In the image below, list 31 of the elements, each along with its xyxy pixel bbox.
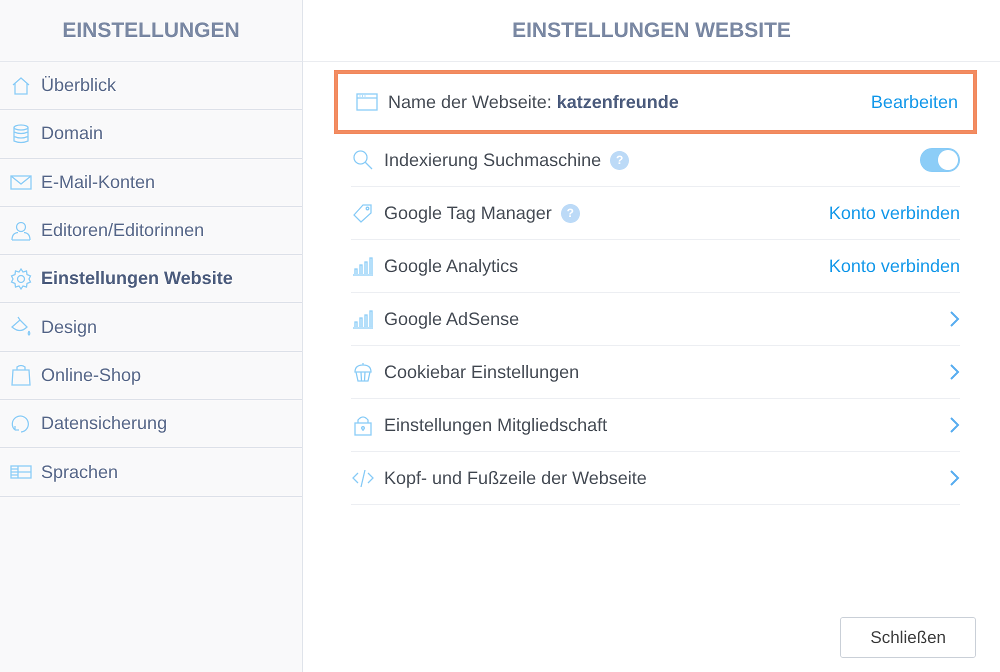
sidebar-title: EINSTELLUNGEN: [62, 18, 240, 44]
sidebar-item[interactable]: E-Mail-Konten: [0, 158, 302, 207]
sidebar-item[interactable]: Online-Shop: [0, 352, 302, 400]
action-link[interactable]: Konto verbinden: [828, 252, 960, 280]
sidebar-item[interactable]: Editoren/Editorinnen: [0, 206, 302, 256]
setting-label: Einstellungen Mitgliedschaft: [384, 414, 608, 437]
close-button[interactable]: Schließen: [840, 616, 976, 658]
sidebar-item[interactable]: Einstellungen Website: [0, 255, 302, 304]
sidebar-item[interactable]: Domain: [0, 110, 302, 159]
action-link[interactable]: Bearbeiten: [870, 88, 958, 116]
sidebar-item[interactable]: Design: [0, 303, 302, 352]
setting-label: Indexierung Suchmaschine: [384, 148, 602, 172]
chevron-right-icon[interactable]: [948, 363, 960, 381]
toggle-switch[interactable]: [920, 148, 960, 172]
chevron-right-icon[interactable]: [948, 469, 960, 487]
sidebar-item[interactable]: Überblick: [0, 62, 302, 110]
shopping-bag-icon: [9, 363, 33, 388]
magnifier-icon: [351, 148, 375, 172]
chevron-right-icon[interactable]: [948, 310, 960, 328]
sidebar-item[interactable]: Sprachen: [0, 448, 302, 497]
setting-label: Cookiebar Einstellungen: [384, 360, 580, 384]
setting-label: Google Tag Manager: [384, 202, 552, 225]
setting-label: Google Analytics: [384, 254, 518, 278]
gear-icon: [9, 266, 33, 291]
setting-label: Kopf- und Fußzeile der Webseite: [384, 466, 647, 490]
sidebar-item[interactable]: Datensicherung: [0, 400, 302, 448]
setting-label: Google AdSense: [384, 308, 520, 331]
page-title: EINSTELLUNGEN WEBSITE: [512, 18, 791, 44]
setting-label: Name der Webseite: katzenfreunde: [388, 90, 679, 114]
chevron-right-icon[interactable]: [948, 416, 960, 434]
action-link[interactable]: Konto verbinden: [828, 200, 960, 226]
